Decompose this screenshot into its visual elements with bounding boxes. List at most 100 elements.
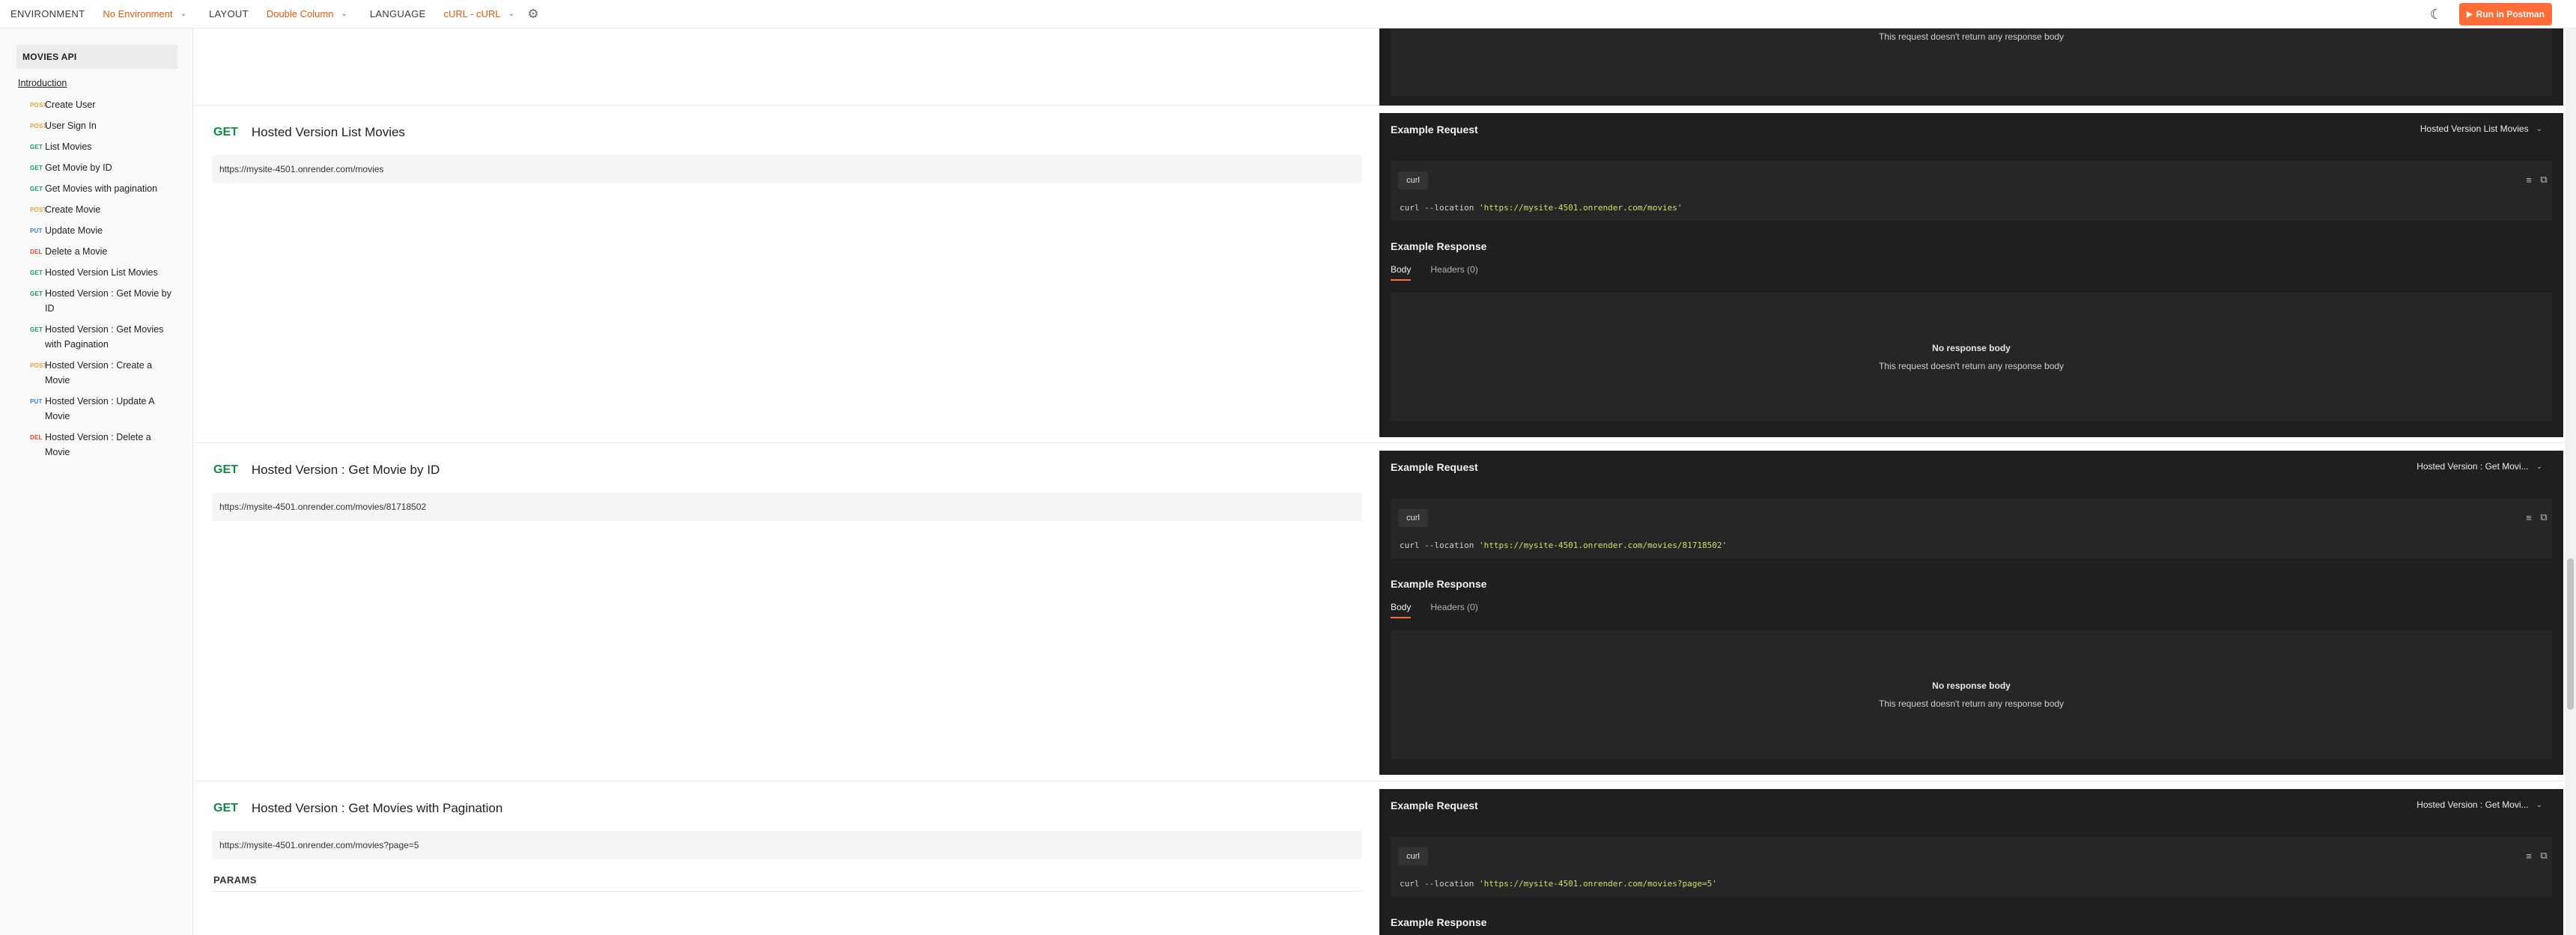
example-request-title: Example Request bbox=[1391, 461, 1478, 473]
layout-dropdown[interactable]: Double Column ⌄ bbox=[267, 8, 347, 19]
code-url-string: 'https://mysite-4501.onrender.com/movies… bbox=[1478, 879, 1717, 889]
response-tabs: Body Headers (0) bbox=[1391, 264, 1498, 281]
sidebar-item-label: Hosted Version : Get Movies with Paginat… bbox=[45, 324, 164, 350]
language-dropdown[interactable]: cURL - cURL ⌄ bbox=[443, 8, 514, 19]
sidebar-item-label: Delete a Movie bbox=[45, 246, 108, 257]
example-request-title: Example Request bbox=[1391, 124, 1478, 135]
endpoint-title: Hosted Version : Get Movies with Paginat… bbox=[251, 801, 503, 815]
chevron-down-icon: ⌄ bbox=[180, 10, 186, 18]
sidebar-item-label: Create Movie bbox=[45, 204, 101, 215]
method-label: GET bbox=[213, 802, 238, 814]
sidebar-item-label: Get Movies with pagination bbox=[45, 183, 158, 194]
gear-icon[interactable]: ⚙ bbox=[525, 6, 541, 22]
method-badge: POST bbox=[30, 207, 47, 213]
code-block: curl ≡ ⧉ curl --location 'https://mysite… bbox=[1391, 837, 2552, 897]
method-badge: POST bbox=[30, 123, 47, 130]
sidebar-item-label: Create User bbox=[45, 100, 96, 110]
sidebar-item-get-movies-pagination[interactable]: GET Get Movies with pagination bbox=[30, 181, 177, 202]
example-select[interactable]: Hosted Version : Get Movi... ⌄ bbox=[2416, 461, 2542, 472]
sidebar-items: POST Create User POST User Sign In GET L… bbox=[16, 97, 177, 460]
sidebar-item-hosted-create-movie[interactable]: POST Hosted Version : Create a Movie bbox=[30, 358, 177, 394]
method-badge: GET bbox=[30, 165, 43, 171]
top-bar: ENVIRONMENT No Environment ⌄ LAYOUT Doub… bbox=[0, 0, 2576, 28]
sidebar-item-hosted-get-movies-pagination[interactable]: GET Hosted Version : Get Movies with Pag… bbox=[30, 322, 177, 358]
environment-value: No Environment bbox=[103, 8, 173, 19]
example-select-value: Hosted Version : Get Movi... bbox=[2416, 800, 2529, 810]
sidebar-item-update-movie[interactable]: PUT Update Movie bbox=[30, 223, 177, 244]
sidebar-item-delete-movie[interactable]: DEL Delete a Movie bbox=[30, 244, 177, 265]
run-in-postman-label: Run in Postman bbox=[2476, 9, 2545, 19]
example-panel: Example Request Hosted Version : Get Mov… bbox=[1379, 451, 2563, 775]
sidebar-item-hosted-delete-movie[interactable]: DEL Hosted Version : Delete a Movie bbox=[30, 430, 177, 460]
params-heading: PARAMS bbox=[213, 874, 257, 886]
sidebar-item-hosted-update-movie[interactable]: PUT Hosted Version : Update A Movie bbox=[30, 394, 177, 430]
no-body-subtext: This request doesn't return any response… bbox=[1878, 698, 2065, 709]
sidebar-item-hosted-list-movies[interactable]: GET Hosted Version List Movies bbox=[30, 265, 177, 286]
sidebar-item-label: Hosted Version : Get Movie by ID bbox=[45, 288, 171, 314]
method-badge: PUT bbox=[30, 228, 43, 234]
endpoint-title: Hosted Version : Get Movie by ID bbox=[251, 463, 440, 477]
code-block: curl ≡ ⧉ curl --location 'https://mysite… bbox=[1391, 161, 2552, 221]
chevron-down-icon: ⌄ bbox=[341, 10, 347, 18]
sidebar-item-introduction[interactable]: Introduction bbox=[18, 78, 177, 88]
sidebar: MOVIES API Introduction POST Create User… bbox=[0, 28, 193, 935]
response-tabs: Body Headers (0) bbox=[1391, 602, 1498, 618]
sidebar-item-label: Hosted Version : Delete a Movie bbox=[45, 432, 151, 457]
code-command: curl --location bbox=[1400, 540, 1479, 550]
endpoint-url: https://mysite-4501.onrender.com/movies?… bbox=[212, 831, 1362, 859]
scrollbar-track[interactable] bbox=[2565, 28, 2576, 935]
response-body-empty: No response body This request doesn't re… bbox=[1391, 630, 2552, 759]
layout-value: Double Column bbox=[266, 8, 334, 19]
tab-headers[interactable]: Headers (0) bbox=[1430, 602, 1477, 618]
moon-icon[interactable]: ☾ bbox=[2426, 4, 2446, 24]
copy-icon[interactable]: ⧉ bbox=[2536, 171, 2552, 188]
language-value: cURL - cURL bbox=[443, 8, 501, 19]
wrap-lines-icon[interactable]: ≡ bbox=[2521, 847, 2537, 864]
code-line: curl --location 'https://mysite-4501.onr… bbox=[1400, 203, 1683, 213]
code-url-string: 'https://mysite-4501.onrender.com/movies… bbox=[1478, 203, 1683, 213]
example-response-title: Example Response bbox=[1391, 240, 1487, 252]
documentation-main: This request doesn't return any response… bbox=[194, 28, 2576, 935]
no-body-subtext: This request doesn't return any response… bbox=[1878, 31, 2065, 42]
endpoint-url: https://mysite-4501.onrender.com/movies bbox=[212, 155, 1362, 183]
tab-body[interactable]: Body bbox=[1391, 602, 1412, 618]
no-body-title: No response body bbox=[1932, 680, 2011, 691]
copy-icon[interactable]: ⧉ bbox=[2536, 509, 2552, 526]
no-body-title: No response body bbox=[1932, 343, 2011, 353]
example-select-value: Hosted Version List Movies bbox=[2419, 124, 2529, 134]
sidebar-item-label: Hosted Version : Create a Movie bbox=[45, 360, 153, 386]
environment-dropdown[interactable]: No Environment ⌄ bbox=[103, 8, 186, 19]
language-tag: curl bbox=[1398, 509, 1428, 527]
sidebar-item-label: User Sign In bbox=[45, 121, 97, 131]
wrap-lines-icon[interactable]: ≡ bbox=[2521, 509, 2537, 526]
sidebar-item-user-sign-in[interactable]: POST User Sign In bbox=[30, 118, 177, 139]
tab-body[interactable]: Body bbox=[1391, 264, 1412, 281]
sidebar-item-get-movie-by-id[interactable]: GET Get Movie by ID bbox=[30, 160, 177, 181]
method-badge: PUT bbox=[30, 398, 43, 405]
example-select[interactable]: Hosted Version List Movies ⌄ bbox=[2420, 124, 2542, 134]
wrap-lines-icon[interactable]: ≡ bbox=[2521, 171, 2537, 188]
sidebar-item-create-user[interactable]: POST Create User bbox=[30, 97, 177, 118]
tab-headers[interactable]: Headers (0) bbox=[1430, 264, 1477, 281]
copy-icon[interactable]: ⧉ bbox=[2536, 847, 2552, 864]
endpoint-title: Hosted Version List Movies bbox=[251, 125, 405, 139]
endpoint-section: GET Hosted Version : Get Movie by ID htt… bbox=[194, 443, 2576, 782]
sidebar-item-hosted-get-movie-by-id[interactable]: GET Hosted Version : Get Movie by ID bbox=[30, 286, 177, 322]
method-badge: POST bbox=[30, 362, 47, 369]
method-label: GET bbox=[213, 463, 238, 476]
chevron-down-icon: ⌄ bbox=[2536, 800, 2542, 809]
sidebar-item-list-movies[interactable]: GET List Movies bbox=[30, 139, 177, 160]
code-command: curl --location bbox=[1400, 203, 1479, 213]
language-tag: curl bbox=[1398, 171, 1428, 189]
example-request-title: Example Request bbox=[1391, 800, 1478, 811]
run-in-postman-button[interactable]: ▶ Run in Postman bbox=[2459, 3, 2552, 25]
example-select[interactable]: Hosted Version : Get Movi... ⌄ bbox=[2416, 800, 2542, 810]
method-badge: POST bbox=[30, 102, 47, 109]
scrollbar-thumb[interactable] bbox=[2567, 558, 2574, 710]
sidebar-item-label: Update Movie bbox=[45, 225, 103, 236]
method-badge: DEL bbox=[30, 434, 43, 441]
example-response-title: Example Response bbox=[1391, 916, 1487, 928]
sidebar-item-create-movie[interactable]: POST Create Movie bbox=[30, 202, 177, 223]
chevron-down-icon: ⌄ bbox=[2536, 124, 2542, 133]
response-body-empty: This request doesn't return any response… bbox=[1391, 28, 2552, 96]
